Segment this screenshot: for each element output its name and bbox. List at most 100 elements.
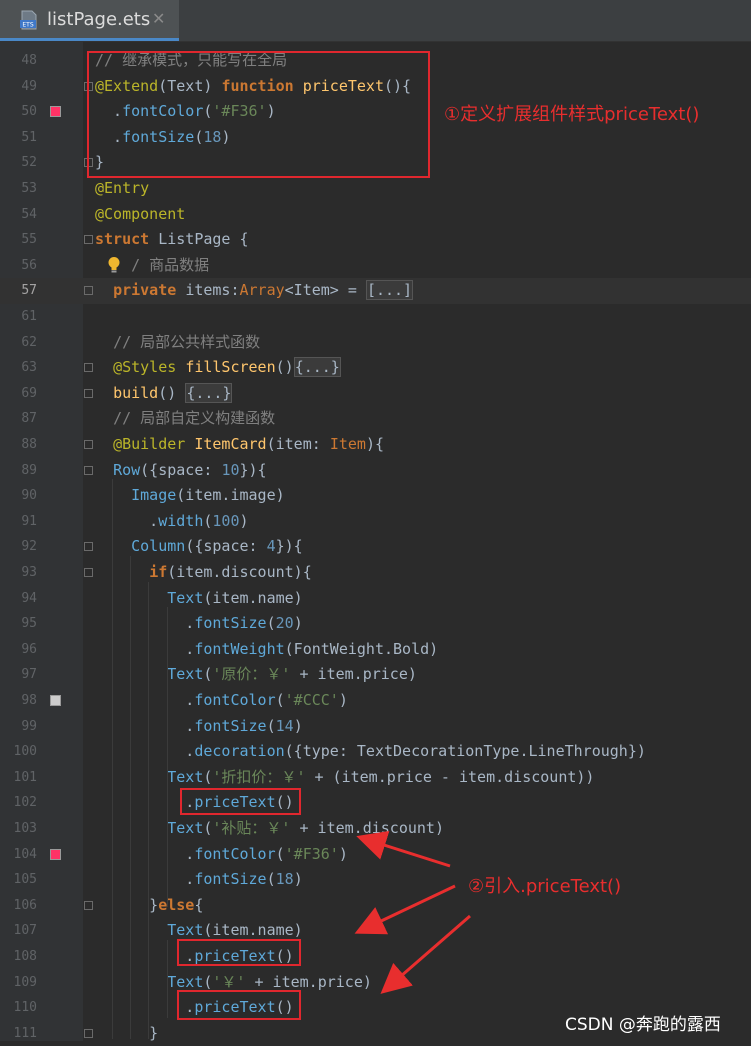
code-token: . xyxy=(95,742,195,761)
code-token: '￥' xyxy=(212,972,246,991)
code-token: }){ xyxy=(275,537,303,556)
line-number: 69 xyxy=(21,385,37,401)
code-token: + item.price) xyxy=(245,972,372,991)
code-token: () xyxy=(275,358,294,377)
color-swatch-icon[interactable] xyxy=(50,106,61,118)
code-token: '补贴：￥' xyxy=(212,819,291,837)
code-line[interactable]: 61 xyxy=(0,304,751,330)
code-token: . xyxy=(95,511,159,530)
tab-listpage-ets[interactable]: ETS listPage.ets ✕ xyxy=(0,0,179,41)
line-number: 88 xyxy=(21,437,37,452)
code-token: @Styles xyxy=(113,358,186,377)
code-token: (item.discount){ xyxy=(167,563,312,581)
fold-marker-icon[interactable] xyxy=(84,1028,93,1038)
fold-marker-icon[interactable] xyxy=(84,465,93,475)
code-text: // 局部公共样式函数 xyxy=(95,330,260,356)
code-token: . xyxy=(95,614,195,633)
line-number: 93 xyxy=(21,565,37,580)
line-number: 63 xyxy=(21,360,37,376)
code-token: { xyxy=(194,895,204,914)
code-line[interactable]: 55 struct ListPage { xyxy=(0,227,751,253)
line-number: 90 xyxy=(21,488,37,504)
code-token: [...] xyxy=(365,280,414,301)
code-token: Column xyxy=(131,537,186,556)
code-token: Item xyxy=(329,435,366,453)
code-text: Image(item.image) xyxy=(95,483,285,509)
code-text: Text(item.name) xyxy=(95,586,303,612)
code-token: ( xyxy=(275,691,285,709)
code-token: . xyxy=(95,639,195,658)
code-token: 100 xyxy=(212,511,240,530)
code-token: (item.name) xyxy=(203,921,303,940)
line-number: 94 xyxy=(21,590,37,606)
code-token: '#CCC' xyxy=(284,691,339,709)
line-number: 101 xyxy=(13,769,37,785)
code-text: @Styles fillScreen(){...} xyxy=(95,355,341,381)
code-token: (item: xyxy=(266,435,330,453)
code-token: ({space: xyxy=(185,537,267,556)
code-token: 10 xyxy=(221,460,240,479)
code-text: build() {...} xyxy=(95,381,233,407)
code-token: struct xyxy=(95,230,159,249)
code-token: '原价：￥' xyxy=(212,665,291,684)
fold-marker-icon[interactable] xyxy=(84,388,93,398)
line-number: 50 xyxy=(21,104,37,120)
code-token: ( xyxy=(266,614,276,633)
code-line[interactable]: 57 private items:Array<Item> = [...] xyxy=(0,278,751,304)
code-token: fontColor xyxy=(194,844,276,863)
code-token: fontSize xyxy=(194,870,267,889)
code-line[interactable]: 87 // 局部自定义构建函数 xyxy=(0,406,751,432)
fold-marker-icon[interactable] xyxy=(84,542,93,552)
code-line[interactable]: 54 @Component xyxy=(0,202,751,228)
fold-marker-icon[interactable] xyxy=(84,235,93,245)
code-token: fillScreen xyxy=(185,358,276,377)
line-number: 100 xyxy=(13,744,37,760)
code-text: Text('折扣价：￥' + (item.price - item.discou… xyxy=(95,765,594,791)
line-number: 109 xyxy=(13,974,37,990)
color-swatch-icon[interactable] xyxy=(50,695,61,706)
fold-marker-icon[interactable] xyxy=(84,440,93,449)
line-number: 54 xyxy=(21,206,37,222)
fold-marker-icon[interactable] xyxy=(84,900,93,910)
line-number: 110 xyxy=(13,1000,37,1016)
line-number: 111 xyxy=(13,1025,37,1041)
close-icon[interactable]: ✕ xyxy=(152,9,165,28)
line-number: 95 xyxy=(21,616,37,632)
pricetext-highlight-box xyxy=(180,788,301,815)
code-token: . xyxy=(95,844,195,863)
lightbulb-icon[interactable] xyxy=(107,256,121,274)
line-number: 105 xyxy=(13,872,37,888)
indent-guide xyxy=(167,940,168,1018)
code-token: + item.price) xyxy=(290,665,417,684)
code-token: ) xyxy=(338,691,348,709)
line-number: 62 xyxy=(21,334,37,350)
code-line[interactable]: 88 @Builder ItemCard(item: Item){ xyxy=(0,432,751,458)
code-line[interactable]: 63 @Styles fillScreen(){...} xyxy=(0,355,751,381)
ets-file-icon: ETS xyxy=(20,10,37,30)
code-token: . xyxy=(95,716,195,735)
code-token: Array xyxy=(239,281,285,300)
code-token: (item.name) xyxy=(203,588,303,607)
code-line[interactable]: 53 @Entry xyxy=(0,176,751,202)
fold-marker-icon[interactable] xyxy=(84,568,93,577)
code-text: .decoration({type: TextDecorationType.Li… xyxy=(95,739,646,765)
fold-marker-icon[interactable] xyxy=(84,363,93,373)
svg-text:ETS: ETS xyxy=(22,22,33,29)
indent-guide xyxy=(167,607,168,907)
fold-marker-icon[interactable] xyxy=(84,286,93,296)
code-token: else xyxy=(158,895,195,914)
code-line[interactable]: 62 // 局部公共样式函数 xyxy=(0,330,751,356)
color-swatch-icon[interactable] xyxy=(50,848,61,860)
code-text: .fontWeight(FontWeight.Bold) xyxy=(95,637,438,663)
line-number: 104 xyxy=(13,846,37,862)
code-token: width xyxy=(158,511,204,530)
code-line[interactable]: 69 build() {...} xyxy=(0,381,751,407)
line-number: 61 xyxy=(21,309,37,324)
code-token: Image xyxy=(131,486,177,505)
code-token: (item.image) xyxy=(176,486,285,505)
